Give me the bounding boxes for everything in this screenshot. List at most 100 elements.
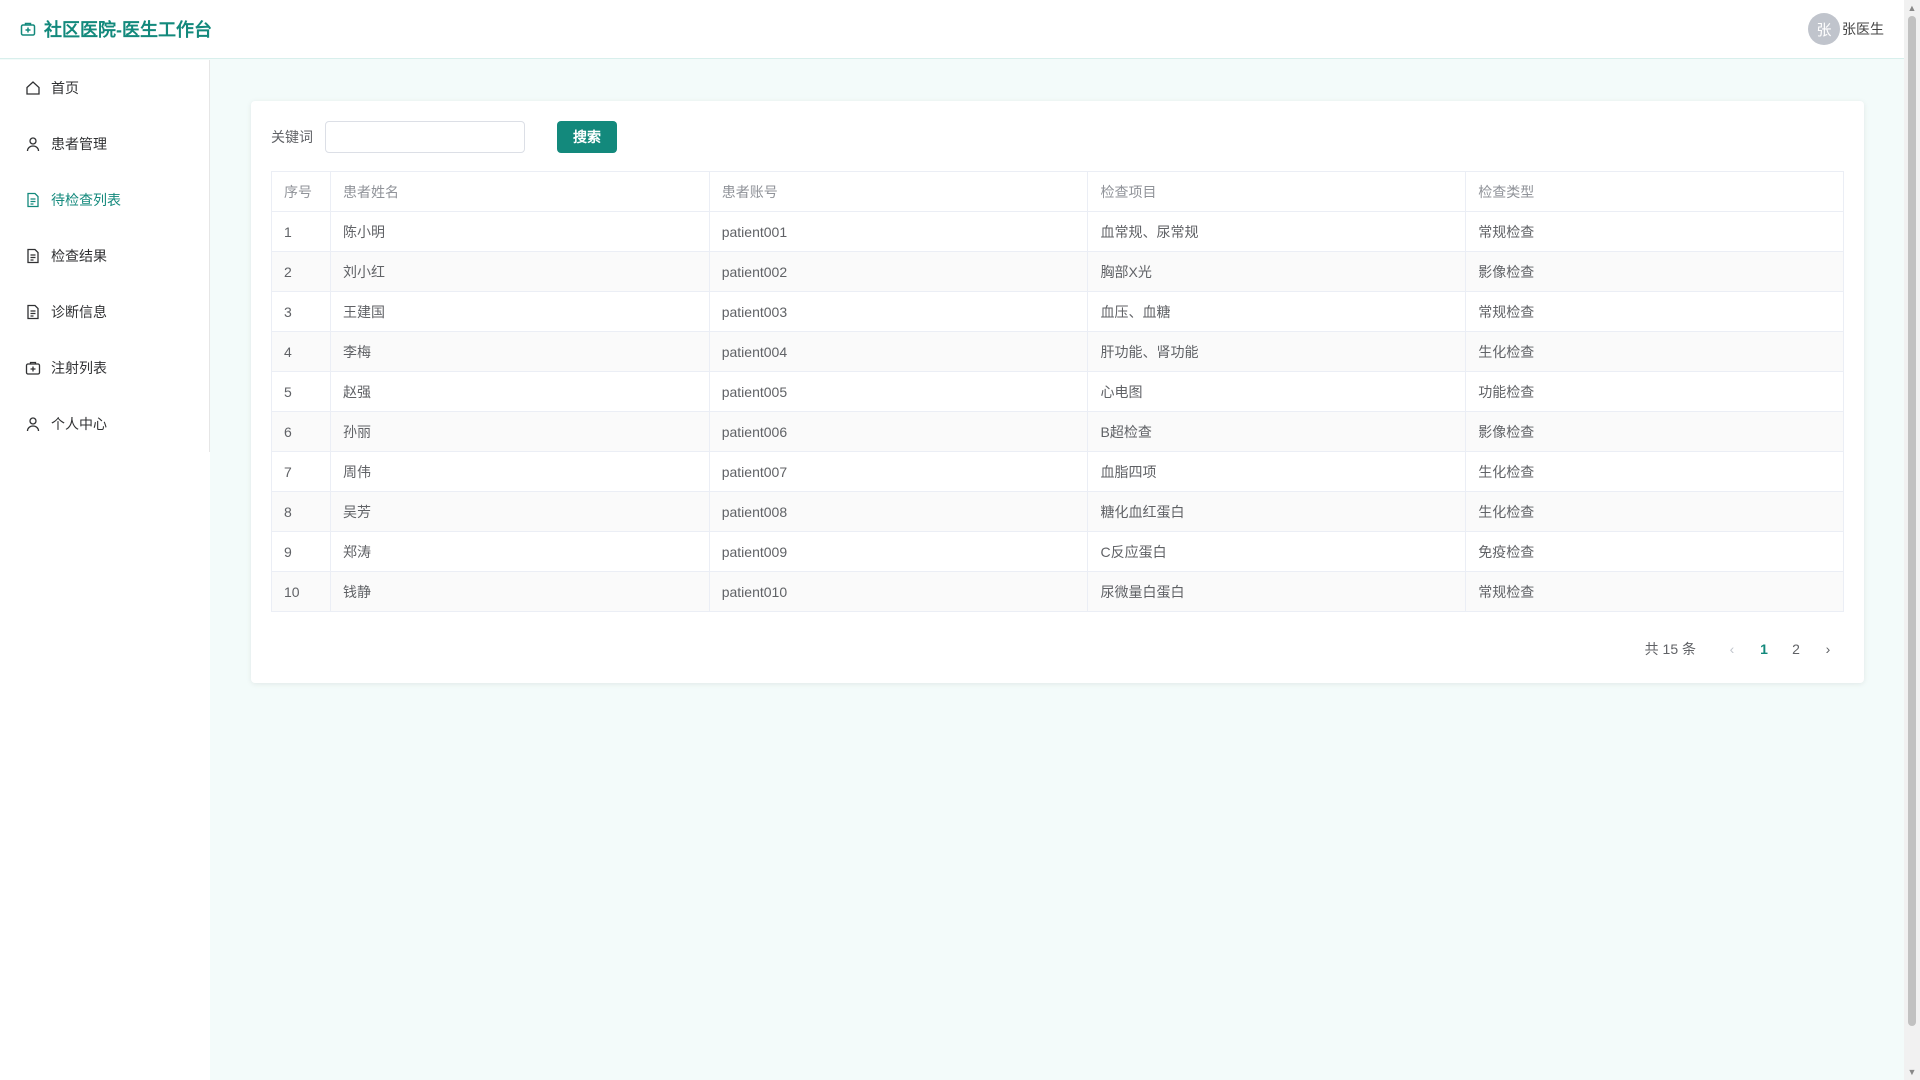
table-row[interactable]: 2 刘小红 patient002 胸部X光 影像检查 (271, 251, 1844, 292)
search-label: 关键词 (271, 129, 313, 145)
table-cell: patient002 (708, 251, 1089, 292)
sidebar-item-label: 患者管理 (51, 136, 107, 152)
table-cell: 功能检查 (1465, 371, 1844, 412)
table-cell: 刘小红 (329, 251, 710, 292)
first-aid-kit-icon (20, 22, 36, 36)
table-row[interactable]: 1 陈小明 patient001 血常规、尿常规 常规检查 (271, 211, 1844, 252)
search-input[interactable] (325, 121, 525, 153)
table-cell: patient001 (708, 211, 1089, 252)
table-cell: 糖化血红蛋白 (1087, 491, 1467, 532)
table-cell: 影像检查 (1465, 411, 1844, 452)
scroll-down-arrow-icon[interactable]: ▼ (1904, 1064, 1920, 1080)
pagination: 共 15 条 ‹ 1 2 › (1645, 635, 1844, 663)
table-header-row: 序号 患者姓名 患者账号 检查项目 检查类型 (271, 171, 1844, 212)
table-cell: 周伟 (329, 451, 710, 492)
pending-exams-table: 序号 患者姓名 患者账号 检查项目 检查类型 1 陈小明 patient001 血常规… (271, 171, 1844, 612)
page-scrollbar[interactable]: ▲ ▼ (1904, 0, 1920, 1080)
table-row[interactable]: 5 赵强 patient005 心电图 功能检查 (271, 371, 1844, 412)
sidebar-item-label: 待检查列表 (51, 192, 121, 208)
next-page-button[interactable]: › (1812, 641, 1844, 657)
table-cell: 生化检查 (1465, 331, 1844, 372)
table-cell: 常规检查 (1465, 291, 1844, 332)
table-cell: 生化检查 (1465, 451, 1844, 492)
sidebar-item-label: 个人中心 (51, 416, 107, 432)
first-aid-kit-icon (25, 361, 41, 375)
table-cell: 赵强 (329, 371, 710, 412)
user-icon (26, 137, 40, 152)
app-title: 社区医院-医生工作台 (44, 20, 212, 40)
avatar[interactable]: 张 (1808, 13, 1840, 45)
brand: 社区医院-医生工作台 (20, 16, 212, 42)
sidebar-menu: 首页 患者管理 待检查列表 检查结果 诊断信息 注射列表 个人中心 (0, 60, 210, 452)
sidebar: 首页 患者管理 待检查列表 检查结果 诊断信息 注射列表 个人中心 (0, 60, 210, 1080)
table-cell: 9 (271, 531, 331, 572)
table-row[interactable]: 8 吴芳 patient008 糖化血红蛋白 生化检查 (271, 491, 1844, 532)
table-cell: 尿微量白蛋白 (1087, 571, 1467, 612)
total-count: 共 15 条 (1644, 641, 1696, 657)
search-button[interactable]: 搜索 (557, 121, 617, 153)
column-header: 检查类型 (1465, 171, 1844, 212)
prev-page-button[interactable]: ‹ (1716, 641, 1748, 657)
table-cell: 孙丽 (329, 411, 710, 452)
sidebar-item-injections[interactable]: 注射列表 (0, 340, 209, 396)
pending-exams-card: 关键词 搜索 序号 患者姓名 患者账号 检查项目 检查类型 1 陈小明 patien… (251, 101, 1864, 683)
top-header: 社区医院-医生工作台 张 张医生 (0, 0, 1904, 59)
sidebar-item-label: 注射列表 (51, 360, 107, 376)
table-cell: 吴芳 (329, 491, 710, 532)
sidebar-item-pending-exams[interactable]: 待检查列表 (0, 172, 209, 228)
table-cell: patient008 (708, 491, 1089, 532)
column-header: 序号 (271, 171, 331, 212)
table-cell: patient003 (708, 291, 1089, 332)
sidebar-item-diagnosis[interactable]: 诊断信息 (0, 284, 209, 340)
table-cell: patient007 (708, 451, 1089, 492)
scroll-up-arrow-icon[interactable]: ▲ (1904, 0, 1920, 16)
table-cell: patient010 (708, 571, 1089, 612)
column-header: 患者账号 (708, 171, 1089, 212)
table-cell: 2 (271, 251, 331, 292)
document-icon (27, 248, 39, 264)
table-cell: patient006 (708, 411, 1089, 452)
sidebar-item-exam-results[interactable]: 检查结果 (0, 228, 209, 284)
table-cell: B超检查 (1087, 411, 1467, 452)
home-icon (26, 81, 40, 95)
username[interactable]: 张医生 (1842, 19, 1884, 39)
page-button-1[interactable]: 1 (1748, 641, 1780, 657)
table-cell: 常规检查 (1465, 211, 1844, 252)
table-cell: 李梅 (329, 331, 710, 372)
table-cell: 钱静 (329, 571, 710, 612)
table-row[interactable]: 7 周伟 patient007 血脂四项 生化检查 (271, 451, 1844, 492)
table-cell: patient005 (708, 371, 1089, 412)
table-cell: 影像检查 (1465, 251, 1844, 292)
table-cell: 血脂四项 (1087, 451, 1467, 492)
table-row[interactable]: 6 孙丽 patient006 B超检查 影像检查 (271, 411, 1844, 452)
table-cell: 7 (271, 451, 331, 492)
table-cell: 肝功能、肾功能 (1087, 331, 1467, 372)
sidebar-item-profile[interactable]: 个人中心 (0, 396, 209, 452)
search-bar: 关键词 搜索 (271, 121, 1844, 153)
table-cell: patient009 (708, 531, 1089, 572)
sidebar-item-label: 检查结果 (51, 248, 107, 264)
table-row[interactable]: 3 王建国 patient003 血压、血糖 常规检查 (271, 291, 1844, 332)
table-cell: 王建国 (329, 291, 710, 332)
sidebar-item-label: 首页 (51, 80, 79, 96)
user-icon (26, 417, 40, 432)
table-row[interactable]: 10 钱静 patient010 尿微量白蛋白 常规检查 (271, 571, 1844, 612)
page-button-2[interactable]: 2 (1780, 641, 1812, 657)
table-cell: 常规检查 (1465, 571, 1844, 612)
sidebar-item-patient-management[interactable]: 患者管理 (0, 116, 209, 172)
table-cell: C反应蛋白 (1087, 531, 1467, 572)
sidebar-item-label: 诊断信息 (51, 304, 107, 320)
document-icon (27, 304, 39, 320)
table-cell: 心电图 (1087, 371, 1467, 412)
table-cell: 3 (271, 291, 331, 332)
table-row[interactable]: 9 郑涛 patient009 C反应蛋白 免疫检查 (271, 531, 1844, 572)
user-menu[interactable]: 张 张医生 (1808, 13, 1884, 45)
table-cell: 胸部X光 (1087, 251, 1467, 292)
table-cell: 1 (271, 211, 331, 252)
table-cell: 血压、血糖 (1087, 291, 1467, 332)
sidebar-item-home[interactable]: 首页 (0, 60, 209, 116)
scroll-thumb[interactable] (1908, 16, 1916, 1026)
table-cell: 生化检查 (1465, 491, 1844, 532)
table-row[interactable]: 4 李梅 patient004 肝功能、肾功能 生化检查 (271, 331, 1844, 372)
document-icon (27, 192, 39, 208)
